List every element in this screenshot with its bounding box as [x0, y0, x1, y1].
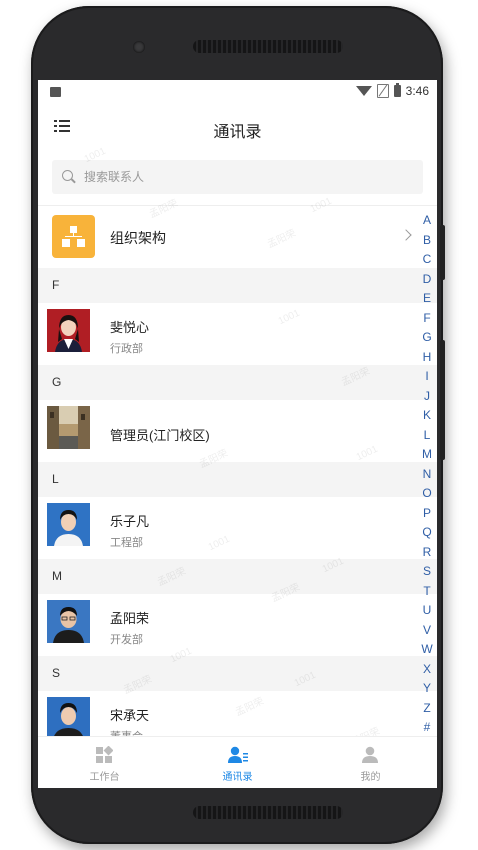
- tab-label: 工作台: [89, 772, 120, 783]
- search-input[interactable]: [82, 169, 406, 185]
- index-letter[interactable]: A: [420, 213, 434, 227]
- wifi-icon: [355, 86, 372, 96]
- section-header-s: S: [38, 656, 437, 691]
- avatar: [47, 600, 90, 643]
- index-letter[interactable]: Y: [420, 681, 434, 695]
- index-letter[interactable]: H: [420, 350, 434, 364]
- contacts-icon: [228, 746, 248, 764]
- section-header-m: M: [38, 559, 437, 594]
- app-header: 通讯录: [38, 104, 437, 150]
- search-bar[interactable]: [52, 160, 423, 194]
- index-letter[interactable]: U: [420, 603, 434, 617]
- tab-contacts[interactable]: 通讯录: [171, 737, 304, 788]
- index-letter[interactable]: N: [420, 467, 434, 481]
- contact-department: 工程部: [110, 537, 143, 549]
- org-structure-label: 组织架构: [110, 230, 166, 246]
- index-letter[interactable]: X: [420, 662, 434, 676]
- bottom-speaker: [193, 806, 343, 819]
- tab-workbench[interactable]: 工作台: [38, 737, 171, 788]
- section-header-g: G: [38, 365, 437, 400]
- contact-name: 孟阳荣: [110, 611, 150, 626]
- org-chart-icon: [52, 215, 95, 258]
- index-letter[interactable]: M: [420, 447, 434, 461]
- image-notification-icon: [50, 87, 61, 97]
- power-button: [440, 340, 445, 460]
- index-letter[interactable]: W: [420, 642, 434, 656]
- status-time: 3:46: [405, 84, 429, 98]
- front-camera: [133, 41, 145, 53]
- contact-row[interactable]: 斐悦心 行政部: [38, 303, 437, 365]
- index-letter[interactable]: D: [420, 272, 434, 286]
- index-letter[interactable]: K: [420, 408, 434, 422]
- index-letter[interactable]: #: [420, 720, 434, 734]
- section-header-f: F: [38, 268, 437, 303]
- dashboard-icon: [95, 745, 114, 764]
- app-screen: 3:46 通讯录 组织架构 F: [38, 80, 437, 788]
- avatar: [47, 309, 90, 352]
- search-icon: [62, 170, 76, 184]
- section-header-l: L: [38, 462, 437, 497]
- earpiece-speaker: [193, 40, 343, 53]
- tab-label: 我的: [360, 772, 381, 783]
- status-bar: 3:46: [38, 80, 437, 104]
- index-letter[interactable]: S: [420, 564, 434, 578]
- index-letter[interactable]: V: [420, 623, 434, 637]
- profile-icon: [361, 746, 379, 764]
- index-letter[interactable]: R: [420, 545, 434, 559]
- avatar: [47, 697, 90, 740]
- tab-profile[interactable]: 我的: [304, 737, 437, 788]
- index-letter[interactable]: C: [420, 252, 434, 266]
- bottom-nav: 工作台 通讯录 我的: [38, 736, 437, 788]
- contact-department: 行政部: [110, 343, 143, 355]
- index-letter[interactable]: O: [420, 486, 434, 500]
- battery-icon: [393, 83, 401, 97]
- contact-row[interactable]: 管理员(江门校区): [38, 400, 437, 462]
- index-letter[interactable]: G: [420, 330, 434, 344]
- page-title: 通讯录: [213, 124, 262, 141]
- index-letter[interactable]: J: [420, 389, 434, 403]
- contact-name: 斐悦心: [110, 320, 150, 335]
- chevron-right-icon: [400, 229, 412, 241]
- index-letter[interactable]: L: [420, 428, 434, 442]
- contact-department: 开发部: [110, 634, 143, 646]
- avatar: [47, 503, 90, 546]
- contact-name: 乐子凡: [110, 514, 150, 529]
- index-letter[interactable]: B: [420, 233, 434, 247]
- index-letter[interactable]: Z: [420, 701, 434, 715]
- contact-row[interactable]: 孟阳荣 开发部: [38, 594, 437, 656]
- index-letter[interactable]: Q: [420, 525, 434, 539]
- index-letter[interactable]: E: [420, 291, 434, 305]
- contact-row[interactable]: 乐子凡 工程部: [38, 497, 437, 559]
- index-letter[interactable]: T: [420, 584, 434, 598]
- index-letter[interactable]: F: [420, 311, 434, 325]
- volume-button: [440, 225, 445, 280]
- index-letter[interactable]: I: [420, 369, 434, 383]
- tab-label: 通讯录: [222, 772, 253, 783]
- org-structure-row[interactable]: 组织架构: [38, 206, 437, 268]
- no-sim-icon: [376, 84, 389, 98]
- index-letter[interactable]: P: [420, 506, 434, 520]
- avatar: [47, 406, 90, 449]
- contact-name: 管理员(江门校区): [110, 428, 210, 443]
- contact-name: 宋承天: [110, 708, 150, 723]
